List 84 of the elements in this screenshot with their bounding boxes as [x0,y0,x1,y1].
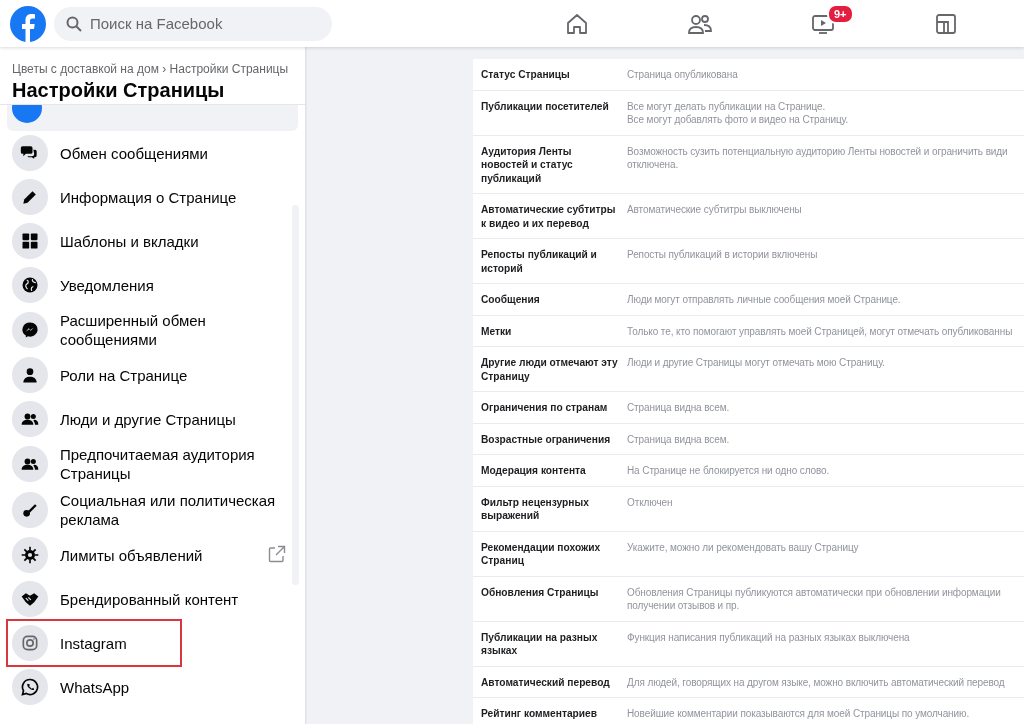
setting-value: Страница видна всем. [622,423,1024,455]
sidebar-item[interactable]: Информация о Странице [8,175,286,219]
notification-badge: 9+ [827,4,854,24]
setting-value: Обновления Страницы публикуются автоматически при обновлении информации получении отзывов и пр. [622,576,1024,621]
handshake-icon [12,581,48,617]
search-field[interactable]: Поиск на Facebook [54,6,332,41]
sidebar-item-label: Лимиты объявлений [60,545,203,565]
camera-icon [12,625,48,661]
sidebar-item[interactable]: Шаблоны и вкладки [8,219,286,263]
sidebar-item-label: Instagram [60,633,127,653]
sidebar-item[interactable]: WhatsApp [8,665,286,709]
sidebar-item-label: Уведомления [60,275,154,295]
grid-icon [12,223,48,259]
setting-name: Модерация контента [473,454,622,486]
globe-icon [12,267,48,303]
setting-name: Фильтр нецензурных выражений [473,486,622,531]
sidebar-item-label: Информация о Странице [60,187,237,207]
sidebar-item[interactable]: Брендированный контент [8,577,286,621]
setting-name: Рейтинг комментариев [473,697,622,724]
setting-value: Страница опубликована [622,59,1024,90]
sidebar-item[interactable]: Обмен сообщениями [8,131,286,175]
sidebar-item-label: Расширенный обмен сообщениями [60,311,207,349]
sidebar-item-label: Люди и другие Страницы [60,409,236,429]
page-title: Настройки Страницы [12,78,226,102]
sidebar-item-label: Шаблоны и вкладки [60,231,199,251]
setting-name: Аудитория Ленты новостей и статус публикаций [473,135,622,194]
setting-value: Для людей, говорящих на другом языке, можно включить автоматический перевод [622,666,1024,698]
setting-name: Обновления Страницы [473,576,622,621]
setting-value: Возможность сузить потенциальную аудиторию Ленты новостей и ограничить види отключена. [622,135,1024,194]
key-icon [12,492,48,528]
sidebar-item[interactable]: Расширенный обмен сообщениями [8,307,286,353]
search-input[interactable]: Поиск на Facebook [88,14,292,33]
setting-value: Репосты публикаций в истории включены [622,238,1024,284]
setting-value: Люди и другие Страницы могут отмечать мою Страницу. [622,346,1024,392]
setting-name: Репосты публикаций и историй [473,238,622,284]
setting-value: На Странице не блокируется ни одно слово. [622,454,1024,486]
setting-value: Люди могут отправлять личные сообщения моей Странице. [622,283,1024,315]
sidebar-item-label: Обмен сообщениями [60,143,208,163]
setting-name: Ограничения по странам [473,391,622,423]
setting-name: Статус Страницы [473,59,622,90]
pencil-icon [12,179,48,215]
sidebar-item-label: Предпочитаемая аудитория Страницы [60,445,256,483]
setting-name: Сообщения [473,283,622,315]
setting-value: Автоматические субтитры выключены [622,193,1024,239]
setting-value: Только те, кто помогают управлять моей Страницей, могут отмечать опубликованны [622,315,1024,347]
people-icon [12,401,48,437]
breadcrumb: Цветы с доставкой на дом › Настройки Страницы [12,62,290,76]
square-frame-icon [933,11,958,36]
setting-name: Метки [473,315,622,347]
chat-icon [12,135,48,171]
setting-name: Публикации посетителей [473,90,622,135]
sidebar-item[interactable]: Социальная или политическая реклама [8,487,286,533]
phone-bubble-icon [12,669,48,705]
setting-name: Автоматический перевод [473,666,622,698]
sidebar-item[interactable] [7,105,298,131]
setting-name: Другие люди отмечают эту Страницу [473,346,622,392]
messenger-icon [12,312,48,348]
sidebar-item-label: Социальная или политическая реклама [60,491,277,529]
setting-value: Все могут делать публикации на Странице. Все могут добавлять фото и видео на Страницу. [622,90,1024,135]
search-icon [66,15,82,32]
sidebar-item[interactable]: Уведомления [8,263,286,307]
setting-value: Отключен [622,486,1024,531]
setting-value: Укажите, можно ли рекомендовать вашу Страницу [622,531,1024,576]
setting-name: Возрастные ограничения [473,423,622,455]
setting-name: Рекомендации похожих Страниц [473,531,622,576]
person-icon [12,357,48,393]
setting-value: Функция написания публикаций на разных языках выключена [622,621,1024,666]
sidebar-item[interactable]: Лимиты объявлений [8,533,286,577]
sidebar-item[interactable]: Instagram [8,621,180,665]
facebook-logo[interactable] [10,5,46,42]
setting-name: Публикации на разных языках [473,621,622,666]
sidebar-item[interactable]: Роли на Странице [8,353,286,397]
sidebar-item-label: Брендированный контент [60,589,239,609]
setting-name: Автоматические субтитры к видео и их перевод [473,193,622,239]
sidebar-item[interactable]: Люди и другие Страницы [8,397,286,441]
sidebar-item[interactable]: Предпочитаемая аудитория Страницы [8,441,286,487]
home-icon [564,11,589,36]
setting-value: Новейшие комментарии показываются для моей Страницы по умолчанию. [622,697,1024,724]
nav-tab[interactable]: 9+ [761,0,884,47]
sidebar-item-label: Роли на Странице [60,365,188,385]
gear-icon [12,537,48,573]
setting-value: Страница видна всем. [622,391,1024,423]
people-icon [12,446,48,482]
sidebar-item-label: WhatsApp [60,677,130,697]
